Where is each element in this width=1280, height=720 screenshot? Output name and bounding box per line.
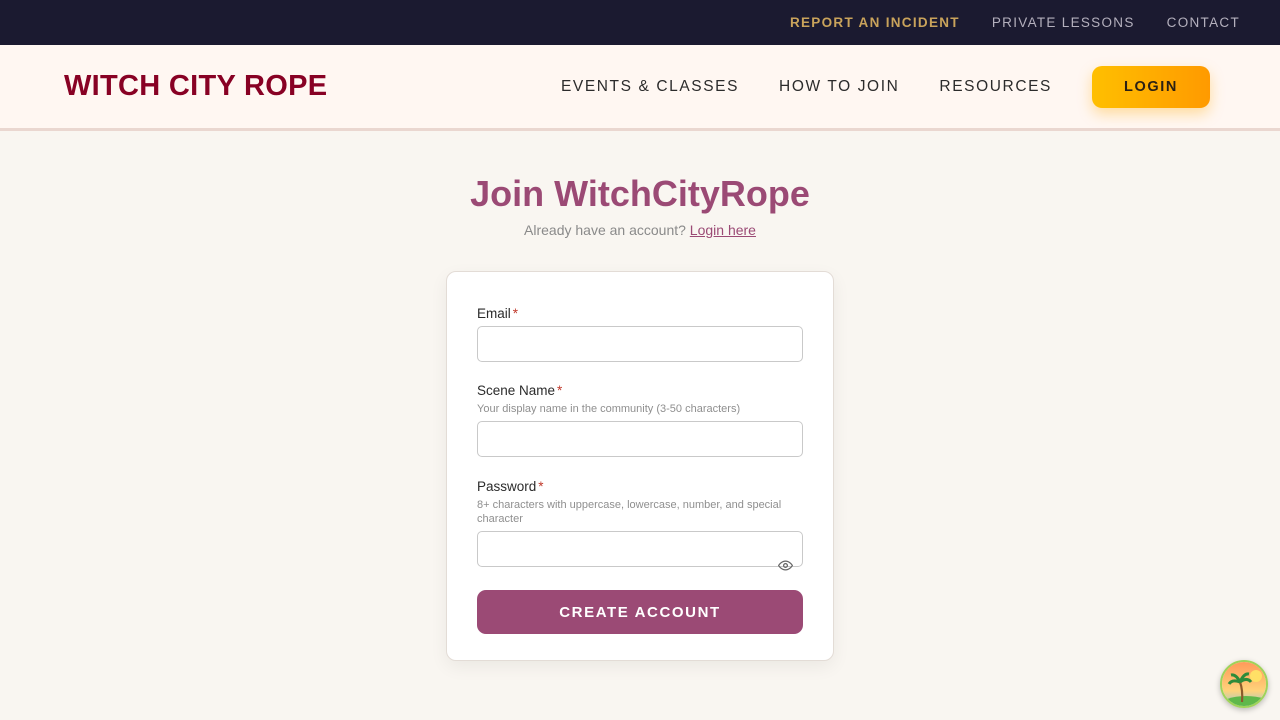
- private-lessons-link[interactable]: PRIVATE LESSONS: [992, 15, 1135, 30]
- password-input[interactable]: [477, 531, 803, 567]
- eye-icon[interactable]: [777, 557, 793, 573]
- required-mark: *: [538, 479, 544, 494]
- password-label: Password *: [477, 479, 803, 494]
- contact-link[interactable]: CONTACT: [1167, 15, 1240, 30]
- login-button[interactable]: LOGIN: [1092, 65, 1210, 108]
- login-prompt: Already have an account? Login here: [0, 222, 1280, 238]
- email-label-text: Email: [477, 306, 511, 321]
- report-incident-link[interactable]: REPORT AN INCIDENT: [790, 15, 960, 30]
- main-nav: EVENTS & CLASSES HOW TO JOIN RESOURCES L…: [561, 65, 1210, 108]
- nav-events-classes[interactable]: EVENTS & CLASSES: [561, 78, 739, 96]
- site-logo[interactable]: WITCH CITY ROPE: [64, 70, 327, 103]
- required-mark: *: [512, 306, 519, 321]
- registration-form: Email * Scene Name * Your display name in …: [446, 271, 834, 661]
- email-input[interactable]: [477, 326, 803, 362]
- scene-name-label-text: Scene Name: [477, 383, 556, 398]
- nav-resources[interactable]: RESOURCES: [939, 78, 1052, 96]
- create-account-button[interactable]: CREATE ACCOUNT: [477, 590, 803, 634]
- main-header: WITCH CITY ROPE EVENTS & CLASSES HOW TO …: [0, 45, 1280, 131]
- password-field-group: Password * 8+ characters with uppercase, …: [477, 479, 803, 590]
- login-prompt-text: Already have an account?: [524, 222, 686, 238]
- utility-bar: REPORT AN INCIDENT PRIVATE LESSONS CONTA…: [0, 0, 1280, 45]
- scene-name-help: Your display name in the community (3-50…: [477, 403, 741, 415]
- password-label-text: Password: [477, 479, 537, 494]
- scene-name-field-group: Scene Name * Your display name in the com…: [477, 383, 803, 479]
- email-label: Email *: [477, 306, 803, 321]
- scene-name-label: Scene Name *: [477, 383, 803, 398]
- page-title: Join WitchCityRope: [470, 173, 810, 214]
- required-mark: *: [557, 383, 563, 398]
- nav-how-to-join[interactable]: HOW TO JOIN: [779, 78, 899, 96]
- palm-tree-sunset-icon[interactable]: [1220, 660, 1268, 708]
- password-help: 8+ characters with uppercase, lowercase,…: [477, 499, 782, 525]
- email-field-group: Email *: [477, 306, 803, 383]
- scene-name-input[interactable]: [477, 421, 803, 457]
- login-here-link[interactable]: Login here: [690, 222, 756, 238]
